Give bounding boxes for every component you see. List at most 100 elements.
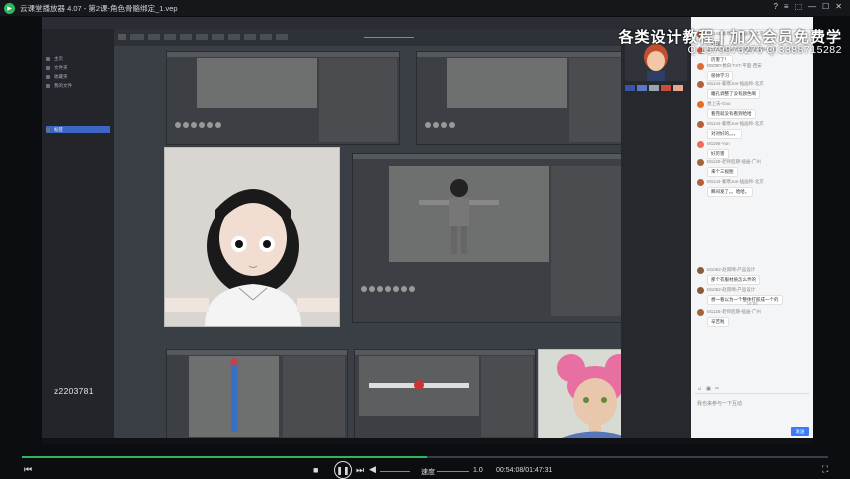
avatar[interactable]: [697, 101, 704, 108]
avatar[interactable]: [697, 141, 704, 148]
sidebar-item-folder[interactable]: 文件夹: [46, 64, 110, 71]
reference-screenshot-2[interactable]: [416, 51, 650, 145]
chat-message: 想上去-Gou 看完就没有看到哈哈: [697, 101, 809, 119]
tool-icon[interactable]: [118, 34, 126, 40]
viewport: [389, 166, 549, 262]
fullscreen-icon[interactable]: ⛶: [822, 464, 828, 475]
avatar[interactable]: [697, 309, 704, 316]
pause-button[interactable]: ❚❚: [334, 461, 352, 479]
send-button[interactable]: 发送: [791, 427, 809, 436]
progress-bar[interactable]: [22, 456, 828, 458]
chat-message: M1062-赵雨晴-产品设计那个衣服材质怎么弄的: [697, 267, 809, 285]
menubar: [167, 350, 347, 355]
chat-sender-name: M1144-秦寒Joe-插画师-北京: [707, 81, 764, 86]
avatar[interactable]: [697, 287, 704, 294]
avatar[interactable]: [697, 121, 704, 128]
viewport: [189, 356, 279, 437]
star-icon: [46, 74, 50, 79]
chat-sender-name: 想上去-Gou: [707, 101, 731, 106]
tool-button[interactable]: [212, 34, 224, 40]
sidebar-item-home[interactable]: 主页: [46, 55, 110, 62]
close-icon[interactable]: ✕: [835, 2, 842, 11]
minimize-icon[interactable]: —: [808, 2, 816, 11]
menubar: [353, 154, 643, 159]
avatar[interactable]: [697, 179, 704, 186]
recorded-screen: 主页 文件夹 收藏夹 我的文件 标签 z2203781 M1144-秦寒Joe-…: [42, 17, 813, 444]
menubar: [355, 350, 535, 355]
avatar[interactable]: [697, 267, 704, 274]
help-icon[interactable]: ?: [773, 2, 777, 11]
side-panel: [481, 356, 533, 437]
reference-screenshot-main[interactable]: [352, 153, 644, 323]
progress-fill: [22, 456, 428, 458]
chat-message: M1125-老师后期-插画-广州 辛苦啦: [697, 309, 809, 327]
tag-icon: [46, 127, 50, 132]
speed-value: 1.0: [473, 467, 483, 474]
home-icon: [46, 56, 50, 61]
sidebar-item-favorites[interactable]: 收藏夹: [46, 73, 110, 80]
speed-slider[interactable]: [437, 471, 469, 472]
chat-bubble: 那个衣服材质怎么弄的: [707, 275, 760, 285]
material-swatches: [361, 286, 415, 292]
sidebar-item-files[interactable]: 我的文件: [46, 82, 110, 89]
sidebar: 主页 文件夹 收藏夹 我的文件 标签 z2203781: [42, 29, 114, 438]
tool-button[interactable]: [148, 34, 160, 40]
next-icon[interactable]: ⏭: [356, 465, 364, 476]
material-swatches: [175, 122, 221, 128]
reference-screenshot-4[interactable]: [354, 349, 536, 440]
player-title: 云课堂播放器 4.07 - 第2课-角色骨骼绑定_1.vep: [20, 3, 178, 13]
tool-button[interactable]: [130, 34, 144, 40]
tool-button[interactable]: [164, 34, 176, 40]
workspace-toolbar: [114, 29, 621, 46]
figure-in-viewport: [369, 380, 469, 390]
chat-input[interactable]: ☺ ▣ ✂ 我也来参与一下互动: [695, 386, 809, 426]
image-icon[interactable]: ▣: [706, 386, 711, 392]
volume-slider[interactable]: [380, 471, 410, 472]
tool-button[interactable]: [180, 34, 192, 40]
chat-bubble: 瞳孔调整了没有颜色啊: [707, 89, 760, 99]
tool-button[interactable]: [196, 34, 208, 40]
chat-sender-name: M1125-老师后期-插画-广州: [707, 159, 761, 164]
sidebar-item-tags[interactable]: 标签: [46, 126, 110, 133]
workspace-canvas[interactable]: [114, 29, 652, 440]
menubar: [417, 52, 649, 57]
screenshot-icon[interactable]: ⬚: [795, 2, 803, 11]
zoom-slider[interactable]: [364, 37, 414, 38]
chat-bubble: 瞬间发了。。哈哈。: [707, 187, 754, 197]
girl-character-illustration: [165, 189, 339, 326]
time-readout: 00:54:08/01:47:31: [496, 467, 553, 474]
material-swatches: [425, 122, 455, 128]
avatar[interactable]: [697, 81, 704, 88]
reference-screenshot-1[interactable]: [166, 51, 400, 145]
tool-button[interactable]: [228, 34, 240, 40]
file-icon: [46, 83, 50, 88]
scissors-icon[interactable]: ✂: [715, 386, 719, 392]
watermark-line2: Q:1579976276 Q:3388715282: [687, 44, 842, 56]
tool-button[interactable]: [244, 34, 256, 40]
chat-sender-name: M1196-Yun: [707, 141, 730, 146]
volume-icon[interactable]: ◀: [369, 464, 376, 475]
player-controls: ⏮ ■ ❚❚ ⏭ ◀ 速度 1.0 00:54:08/01:47:31 ⛶: [0, 456, 850, 479]
figure-in-viewport: [419, 179, 499, 254]
chat-sender-name: M1062-赵雨晴-产品设计: [707, 267, 756, 272]
viewport: [359, 356, 479, 416]
tool-button[interactable]: [276, 34, 288, 40]
color-swatches: [625, 85, 687, 91]
viewport: [197, 58, 317, 108]
chat-sender-name: M1144-秦寒Joe-插画师-北京: [707, 121, 764, 126]
character-render-girl[interactable]: [164, 147, 340, 327]
avatar[interactable]: [697, 63, 704, 70]
menu-icon[interactable]: ≡: [784, 2, 789, 11]
previous-icon[interactable]: ⏮: [24, 464, 32, 475]
menubar: [167, 52, 399, 57]
chat-bubble: 很帅学习: [707, 71, 733, 81]
stop-icon[interactable]: ■: [313, 465, 318, 475]
reference-screenshot-3[interactable]: [166, 349, 348, 440]
avatar[interactable]: [697, 159, 704, 166]
tool-button[interactable]: [260, 34, 272, 40]
maximize-icon[interactable]: ☐: [822, 2, 829, 11]
properties-panel: [621, 29, 691, 438]
chat-message: M1125-老师后期-插画-广州 来个三视图: [697, 159, 809, 177]
smile-icon[interactable]: ☺: [697, 386, 702, 392]
chat-time-divider: 19:55: [746, 301, 758, 306]
